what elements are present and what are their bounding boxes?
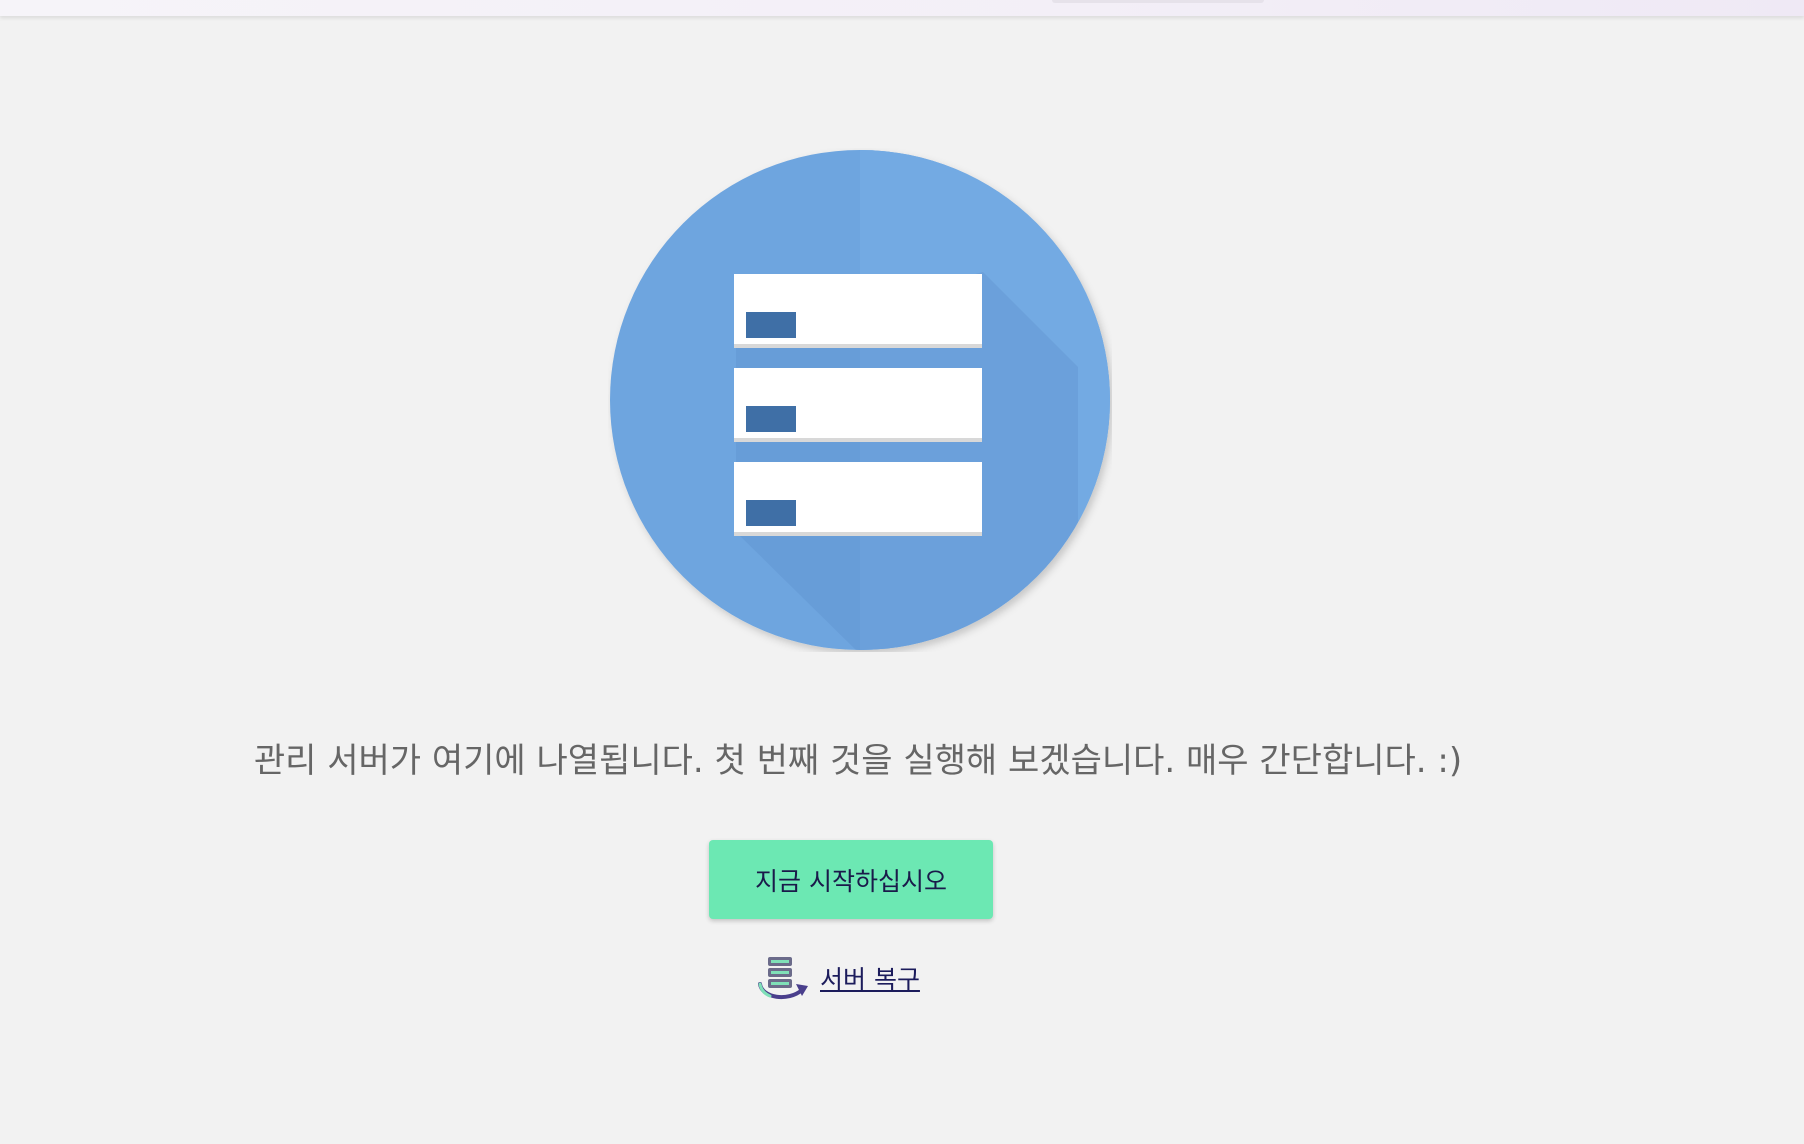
server-restore-icon[interactable] xyxy=(756,954,812,1002)
restore-server-row[interactable]: 서버 복구 xyxy=(756,954,920,1002)
empty-state-message: 관리 서버가 여기에 나열됩니다. 첫 번째 것을 실행해 보겠습니다. 매우 … xyxy=(253,741,1463,781)
start-now-button[interactable]: 지금 시작하십시오 xyxy=(709,840,993,919)
top-toolbar xyxy=(0,0,1804,16)
toolbar-tab-edge xyxy=(1052,0,1264,3)
restore-server-link[interactable]: 서버 복구 xyxy=(820,960,920,996)
server-list-icon xyxy=(608,148,1112,652)
